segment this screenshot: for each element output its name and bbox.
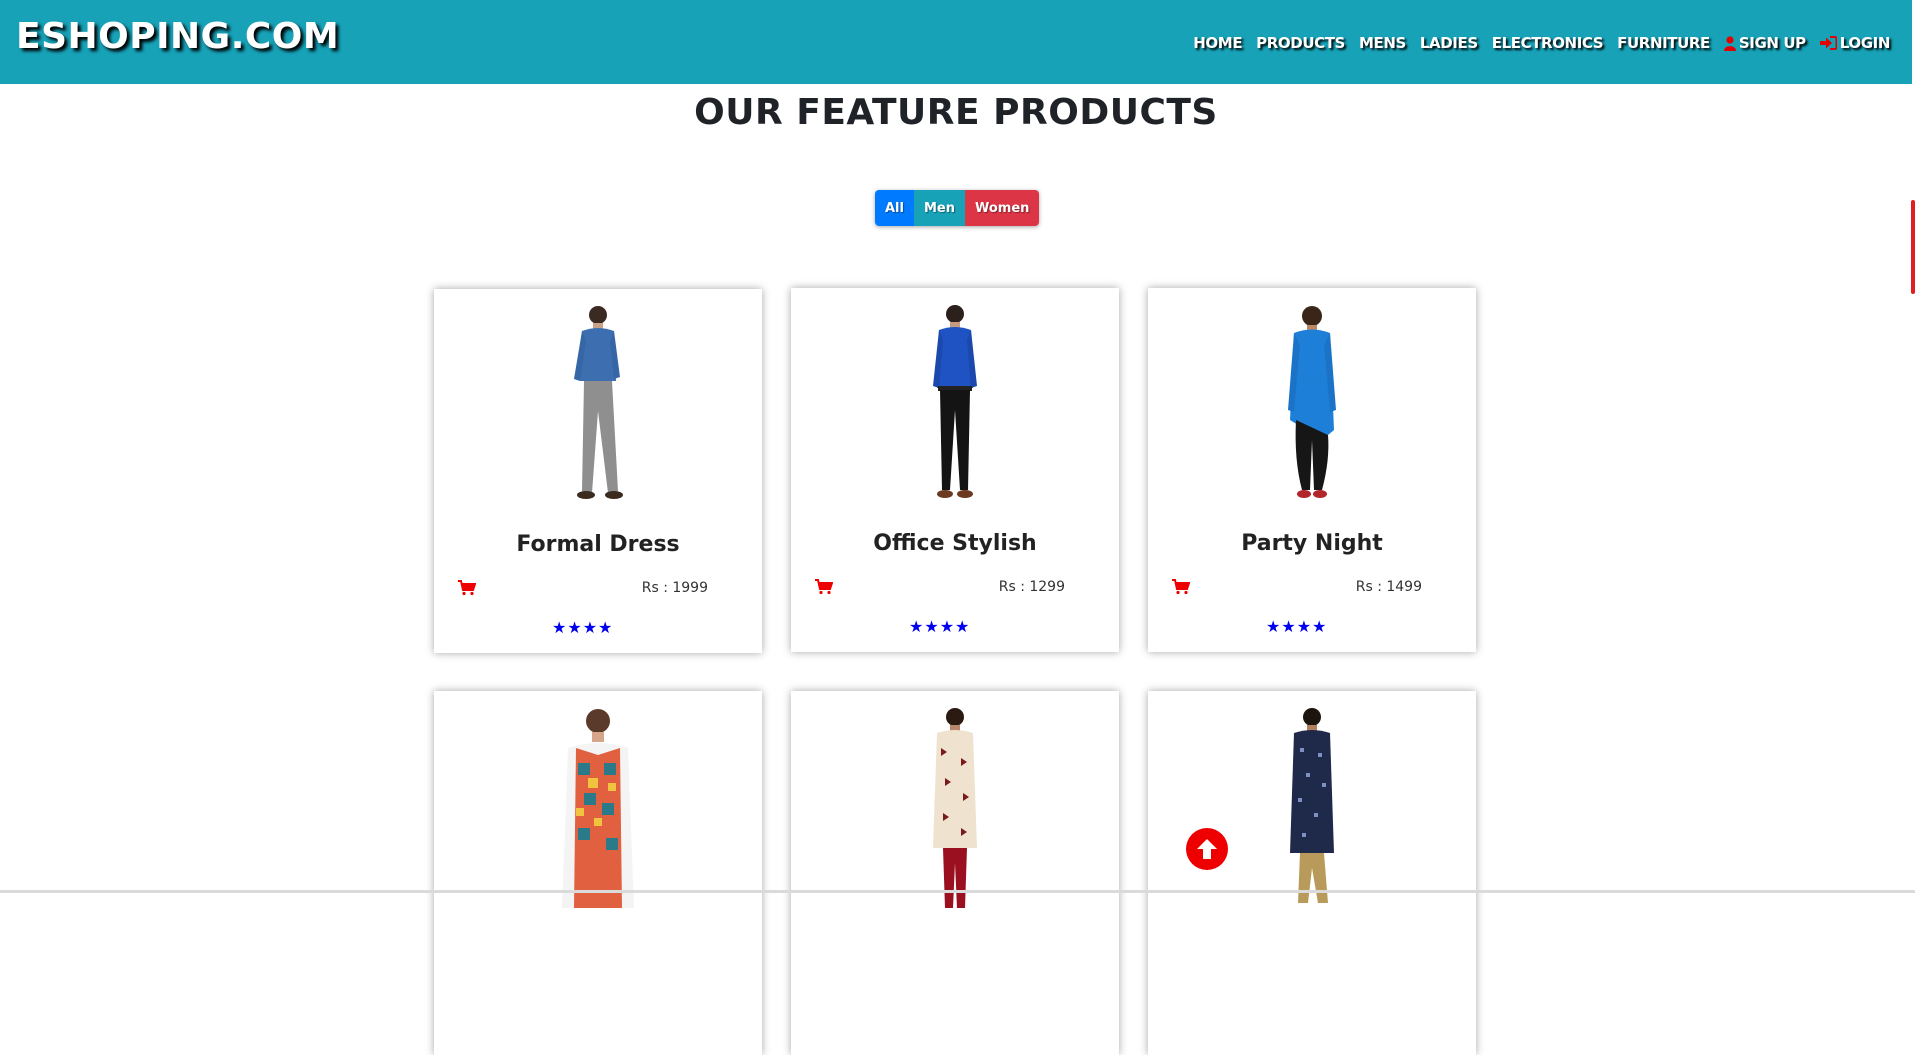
nav-furniture[interactable]: FURNITURE <box>1617 34 1710 52</box>
product-card[interactable]: Office Stylish Rs : 1299 ★★★★ <box>791 288 1119 652</box>
product-price: Rs : 1499 <box>1355 579 1422 595</box>
product-name: Formal Dress <box>516 532 680 557</box>
product-card[interactable] <box>1148 691 1476 1055</box>
product-name: Party Night <box>1241 531 1383 556</box>
shopping-cart-icon[interactable] <box>458 580 476 596</box>
product-image <box>1288 306 1336 498</box>
arrow-circle-up-icon <box>1197 839 1217 859</box>
brand-logo[interactable]: ESHOPING.COM <box>16 16 339 57</box>
navbar: ESHOPING.COM HOME PRODUCTS MENS LADIES E… <box>0 0 1912 84</box>
nav-ladies[interactable]: LADIES <box>1420 34 1478 52</box>
star-rating: ★★★★ <box>552 618 614 637</box>
product-image <box>933 305 977 498</box>
product-image <box>933 708 977 908</box>
filter-men-button[interactable]: Men <box>913 190 965 226</box>
product-image <box>574 306 623 499</box>
nav-signup[interactable]: SIGN UP <box>1723 34 1806 52</box>
shopping-cart-icon[interactable] <box>1172 579 1190 595</box>
nav-login[interactable]: LOGIN <box>1819 34 1891 52</box>
filter-all-button[interactable]: All <box>875 190 914 226</box>
star-rating: ★★★★ <box>909 617 971 636</box>
product-card[interactable] <box>434 691 762 1055</box>
nav-login-label: LOGIN <box>1839 34 1891 52</box>
filter-button-group: All Men Women <box>875 190 1040 226</box>
product-image <box>1290 708 1334 903</box>
scroll-to-top-button[interactable] <box>1186 828 1228 870</box>
product-card[interactable]: Party Night Rs : 1499 ★★★★ <box>1148 288 1476 652</box>
user-icon <box>1723 35 1736 51</box>
star-rating: ★★★★ <box>1266 617 1328 636</box>
product-name: Office Stylish <box>873 531 1037 556</box>
scrollbar-thumb[interactable] <box>1911 200 1915 294</box>
product-price: Rs : 1299 <box>998 579 1065 595</box>
nav-products[interactable]: PRODUCTS <box>1256 34 1345 52</box>
sign-in-icon <box>1819 36 1837 50</box>
nav-signup-label: SIGN UP <box>1738 34 1806 52</box>
shopping-cart-icon[interactable] <box>815 579 833 595</box>
section-title: OUR FEATURE PRODUCTS <box>694 92 1218 133</box>
product-card[interactable]: Formal Dress Rs : 1999 ★★★★ <box>434 289 762 653</box>
main-nav: HOME PRODUCTS MENS LADIES ELECTRONICS FU… <box>1193 34 1890 52</box>
product-image <box>562 709 634 908</box>
product-price: Rs : 1999 <box>641 580 708 596</box>
nav-mens[interactable]: MENS <box>1359 34 1406 52</box>
nav-electronics[interactable]: ELECTRONICS <box>1492 34 1604 52</box>
filter-women-button[interactable]: Women <box>965 190 1040 226</box>
product-card[interactable] <box>791 691 1119 1055</box>
nav-home[interactable]: HOME <box>1193 34 1242 52</box>
